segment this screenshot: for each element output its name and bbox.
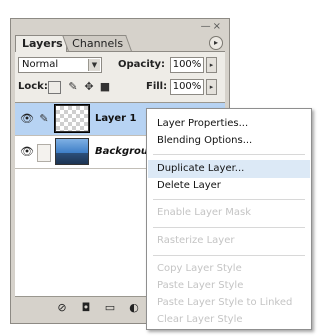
fill-label: Fill: bbox=[146, 81, 168, 92]
layer-thumbnail bbox=[54, 104, 90, 133]
menu-item-duplicate-layer[interactable]: Duplicate Layer... bbox=[157, 162, 244, 176]
tab-channels[interactable]: Channels bbox=[62, 35, 132, 51]
menu-item-delete-layer[interactable]: Delete Layer bbox=[157, 179, 221, 193]
opacity-stepper[interactable]: ▸ bbox=[206, 57, 217, 73]
brush-icon: ✎ bbox=[39, 112, 49, 125]
lock-move-icon[interactable]: ✥ bbox=[82, 80, 96, 94]
menu-separator bbox=[153, 154, 305, 155]
link-box[interactable] bbox=[37, 144, 51, 162]
menu-item-paste-layer-style[interactable]: Paste Layer Style bbox=[157, 279, 243, 293]
menu-item-blending-options[interactable]: Blending Options... bbox=[157, 134, 252, 148]
adjustment-layer-icon[interactable]: ◐ bbox=[127, 301, 141, 315]
layer-mask-icon[interactable]: ◘ bbox=[79, 301, 93, 315]
tab-channels-label: Channels bbox=[72, 37, 124, 50]
panel-tabs: Layers Channels ▸ bbox=[15, 33, 225, 52]
new-group-icon[interactable]: ▭ bbox=[103, 301, 117, 315]
context-menu: Layer Properties... Blending Options... … bbox=[146, 108, 312, 330]
layer-style-icon[interactable]: ⊘ bbox=[55, 301, 69, 315]
window-controls[interactable]: —× bbox=[201, 21, 223, 32]
lock-transparency-icon[interactable] bbox=[48, 81, 61, 94]
opacity-input[interactable]: 100% bbox=[170, 57, 204, 73]
fill-input[interactable]: 100% bbox=[170, 79, 204, 95]
eye-icon[interactable]: 👁 bbox=[19, 112, 35, 126]
lock-fill-row: Lock: ✎ ✥ ■ Fill: 100% ▸ bbox=[18, 79, 222, 97]
blend-mode-value: Normal bbox=[22, 59, 59, 70]
lock-all-icon[interactable]: ■ bbox=[98, 80, 112, 94]
layer-thumbnail bbox=[55, 138, 89, 165]
menu-item-paste-layer-style-to-linked[interactable]: Paste Layer Style to Linked bbox=[157, 296, 292, 310]
layer-name: Layer 1 bbox=[95, 113, 137, 124]
menu-separator bbox=[153, 255, 305, 256]
opacity-label: Opacity: bbox=[118, 59, 166, 70]
eye-icon[interactable]: 👁 bbox=[19, 145, 35, 159]
blend-mode-select[interactable]: Normal ▼ bbox=[18, 57, 102, 73]
menu-separator bbox=[153, 227, 305, 228]
fill-stepper[interactable]: ▸ bbox=[206, 79, 217, 95]
menu-item-enable-layer-mask[interactable]: Enable Layer Mask bbox=[157, 206, 251, 220]
menu-separator bbox=[153, 199, 305, 200]
menu-item-clear-layer-style[interactable]: Clear Layer Style bbox=[157, 313, 243, 327]
menu-item-copy-layer-style[interactable]: Copy Layer Style bbox=[157, 262, 242, 276]
tab-layers[interactable]: Layers bbox=[15, 35, 67, 52]
menu-item-rasterize-layer[interactable]: Rasterize Layer bbox=[157, 234, 235, 248]
lock-paint-icon[interactable]: ✎ bbox=[66, 80, 80, 94]
panel-menu-icon[interactable]: ▸ bbox=[209, 36, 223, 50]
menu-item-layer-properties[interactable]: Layer Properties... bbox=[157, 117, 248, 131]
blend-opacity-row: Normal ▼ Opacity: 100% ▸ bbox=[18, 57, 222, 75]
lock-label: Lock: bbox=[18, 81, 48, 92]
dropdown-arrow-icon[interactable]: ▼ bbox=[88, 59, 100, 71]
